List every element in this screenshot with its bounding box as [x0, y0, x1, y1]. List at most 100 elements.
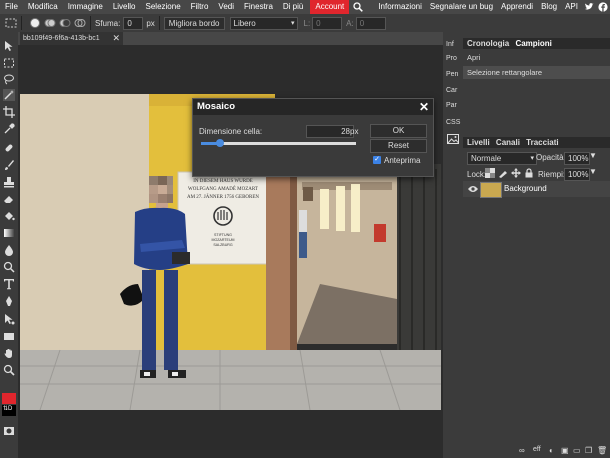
reset-button[interactable]: Reset	[370, 139, 427, 153]
ok-button[interactable]: OK	[370, 124, 427, 138]
history-panel-header: Cronologia Campioni	[463, 38, 610, 49]
blend-mode-select[interactable]: Normale ▾	[467, 152, 537, 165]
eraser-tool-icon[interactable]	[3, 193, 15, 205]
menu-finestra[interactable]: Finestra	[239, 0, 278, 14]
mini-panel-info[interactable]: Inf	[446, 41, 454, 48]
close-icon[interactable]: ✕	[112, 32, 120, 45]
healing-tool-icon[interactable]	[3, 142, 15, 154]
selection-intersect-icon[interactable]	[74, 17, 86, 29]
menu-informazioni[interactable]: Informazioni	[374, 0, 426, 14]
tab-cronologia[interactable]: Cronologia	[467, 39, 509, 48]
path-select-tool-icon[interactable]	[3, 313, 15, 325]
menu-filtro[interactable]: Filtro	[186, 0, 214, 14]
trash-icon[interactable]: 🗑	[597, 446, 607, 455]
menu-di-piu[interactable]: Di più	[278, 0, 308, 14]
selection-subtract-icon[interactable]	[59, 17, 71, 29]
height-input[interactable]: 0	[355, 16, 386, 30]
history-item[interactable]: Apri	[463, 51, 610, 64]
menu-file[interactable]: File	[0, 0, 23, 14]
layer-row[interactable]: Background	[463, 181, 610, 198]
menu-immagine[interactable]: Immagine	[63, 0, 108, 14]
swap-colors-icon[interactable]: ⇅D	[3, 405, 12, 412]
lock-pixels-icon[interactable]	[498, 168, 508, 178]
account-button[interactable]: Account	[310, 0, 350, 14]
cell-size-slider-handle[interactable]	[215, 139, 224, 147]
quick-mask-icon[interactable]	[3, 425, 15, 437]
menu-modifica[interactable]: Modifica	[23, 0, 63, 14]
tab-campioni[interactable]: Campioni	[515, 39, 551, 48]
zoom-tool-icon[interactable]	[3, 364, 15, 376]
search-icon[interactable]	[353, 2, 364, 12]
link-layers-icon[interactable]: ∞	[519, 446, 525, 455]
menu-vedi[interactable]: Vedi	[213, 0, 239, 14]
menu-selezione[interactable]: Selezione	[141, 0, 186, 14]
toolbar: ⇅D	[0, 32, 18, 458]
shape-tool-icon[interactable]	[3, 330, 15, 342]
new-layer-icon[interactable]: ❐	[585, 446, 592, 455]
folder-icon[interactable]: ▭	[573, 446, 581, 455]
width-input[interactable]: 0	[312, 16, 343, 30]
layer-effects-icon[interactable]: eff	[533, 446, 541, 453]
twitter-icon[interactable]	[584, 2, 594, 12]
foreground-color-swatch[interactable]	[2, 393, 16, 404]
preview-checkbox[interactable]: ✓	[373, 156, 381, 164]
gradient-tool-icon[interactable]	[3, 227, 15, 239]
brush-tool-icon[interactable]	[3, 159, 15, 171]
tab-tracciati[interactable]: Tracciati	[526, 138, 558, 147]
mini-panel-css[interactable]: CSS	[446, 119, 460, 126]
cell-size-slider-track[interactable]	[201, 142, 356, 145]
divider	[158, 16, 160, 30]
dialog-titlebar[interactable]: Mosaico ✕	[193, 99, 433, 115]
menu-apprendi[interactable]: Apprendi	[497, 0, 537, 14]
lock-transparency-icon[interactable]	[485, 168, 495, 178]
feather-input[interactable]: 0	[123, 16, 144, 30]
move-tool-icon[interactable]	[3, 40, 15, 52]
fill-input[interactable]: 100%	[564, 168, 590, 181]
crop-tool-icon[interactable]	[3, 106, 15, 118]
magic-wand-tool-icon[interactable]	[3, 89, 15, 101]
history-item-selected[interactable]: Selezione rettangolare	[463, 66, 610, 79]
lasso-tool-icon[interactable]	[3, 73, 15, 85]
preview-label: Anteprima	[384, 156, 421, 165]
tab-canali[interactable]: Canali	[496, 138, 520, 147]
menu-bar: File Modifica Immagine Livello Selezione…	[0, 0, 610, 14]
menu-blog[interactable]: Blog	[537, 0, 561, 14]
cell-size-input[interactable]: 28	[306, 125, 354, 138]
lock-all-icon[interactable]	[524, 168, 534, 178]
menu-livello[interactable]: Livello	[108, 0, 141, 14]
lock-position-icon[interactable]	[511, 168, 521, 178]
layers-panel-header: Livelli Canali Tracciati	[463, 137, 610, 148]
hand-tool-icon[interactable]	[3, 347, 15, 359]
eye-icon[interactable]	[468, 185, 478, 193]
layer-name: Background	[504, 184, 547, 193]
marquee-options-icon[interactable]	[5, 17, 17, 29]
fill-tool-icon[interactable]	[3, 210, 15, 222]
mini-panel-brush[interactable]: Pen	[446, 71, 458, 78]
tab-livelli[interactable]: Livelli	[467, 138, 490, 147]
refine-edge-button[interactable]: Migliora bordo	[163, 16, 225, 30]
blur-tool-icon[interactable]	[3, 244, 15, 256]
mini-panel-paragraph[interactable]: Par	[446, 102, 457, 109]
document-tab[interactable]: bb109f49-6f6a-413b-bc1 ✕	[20, 32, 123, 45]
mini-panel-character[interactable]: Car	[446, 87, 457, 94]
image-icon[interactable]	[447, 134, 459, 144]
opacity-input[interactable]: 100%	[564, 152, 590, 165]
mini-panel-properties[interactable]: Pro	[446, 55, 457, 62]
close-icon[interactable]: ✕	[419, 100, 429, 114]
text-tool-icon[interactable]	[3, 278, 15, 290]
menu-segnalare-bug[interactable]: Segnalare un bug	[426, 0, 497, 14]
stamp-tool-icon[interactable]	[3, 176, 15, 188]
mask-icon[interactable]: ▣	[561, 446, 569, 455]
sponge-tool-icon[interactable]	[3, 261, 15, 273]
style-select[interactable]: Libero ▾	[229, 16, 298, 30]
selection-add-icon[interactable]	[44, 17, 56, 29]
chevron-down-icon[interactable]: ▼	[589, 151, 597, 160]
facebook-icon[interactable]	[598, 2, 608, 12]
selection-new-icon[interactable]	[29, 17, 41, 29]
chevron-down-icon[interactable]: ▼	[589, 167, 597, 176]
adjustment-icon[interactable]: ◐	[549, 446, 554, 455]
eyedropper-tool-icon[interactable]	[3, 123, 15, 135]
menu-api[interactable]: API	[561, 0, 582, 14]
pen-tool-icon[interactable]	[3, 295, 15, 307]
marquee-tool-icon[interactable]	[3, 57, 15, 69]
